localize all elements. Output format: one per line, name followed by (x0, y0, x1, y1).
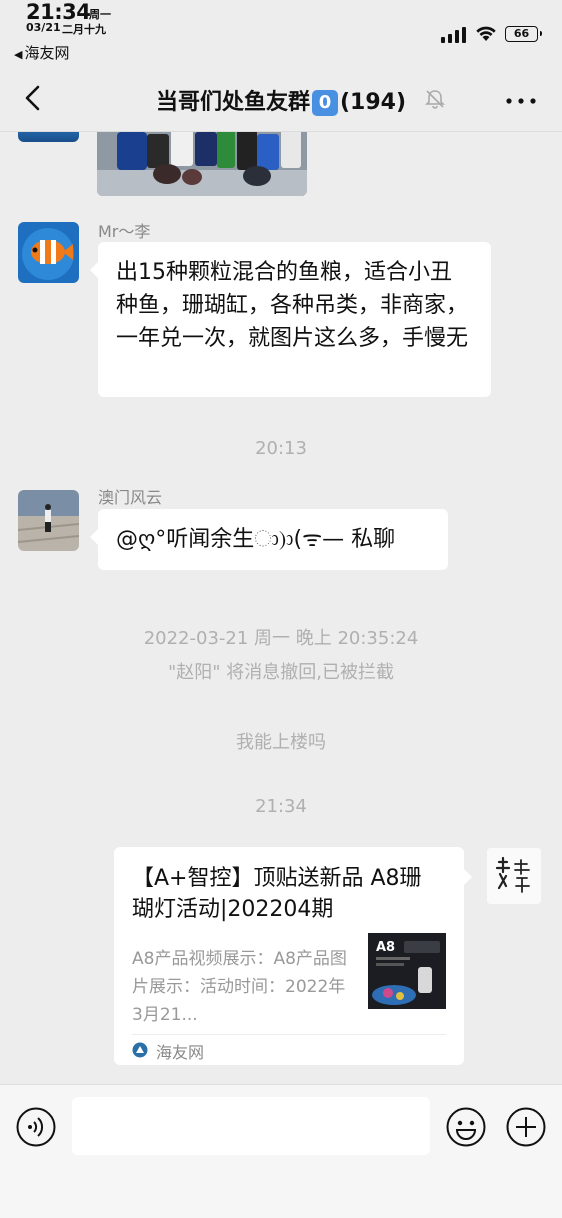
message-bubble[interactable]: 出15种颗粒混合的鱼粮，适合小丑种鱼，珊瑚缸，各种吊类，非商家，一年兑一次，就图… (90, 242, 491, 397)
message-list[interactable]: Mr～李 出15种颗粒混合的鱼粮，适合小丑种鱼，珊瑚缸，各种吊类，非商家，一年兑… (0, 132, 562, 1084)
card-description: A8产品视频展示：A8产品图片展示：活动时间：2022年3月21... (132, 949, 347, 1025)
emoji-icon[interactable] (446, 1107, 486, 1147)
fish-food-jars-image (97, 132, 307, 196)
voice-input-icon[interactable] (16, 1107, 56, 1147)
timestamp: 20:13 (255, 438, 307, 459)
back-app-label: 海友网 (24, 44, 70, 62)
member-count: (194) (339, 90, 407, 115)
plus-icon[interactable] (506, 1107, 546, 1147)
more-options-icon[interactable] (506, 98, 536, 104)
my-avatar[interactable] (487, 848, 541, 904)
source-logo-icon (132, 1042, 148, 1058)
avatar[interactable] (18, 132, 79, 142)
fish-food-photo[interactable] (97, 132, 307, 196)
group-name: 当哥们处鱼友群 (155, 90, 310, 115)
sender-name: 澳门风云 (98, 488, 163, 507)
cellular-signal-icon (441, 27, 466, 43)
timestamp: 21:34 (255, 796, 307, 817)
status-date: 03/21 (26, 21, 61, 34)
link-card[interactable]: 【A+智控】顶贴送新品 A8珊 瑚灯活动|202204期 A8产品视频展示：A8… (114, 847, 472, 1065)
mute-bell-icon (425, 90, 445, 109)
avatar-clownfish[interactable] (18, 222, 79, 283)
recall-timestamp: 2022-03-21 周一 晚上 20:35:24 (143, 628, 419, 649)
status-weekday: 周一 (89, 8, 111, 21)
input-bar (0, 1084, 562, 1218)
clownfish-avatar-image (18, 222, 79, 283)
chat-title: 当哥们处鱼友群 0 (194) (0, 84, 562, 116)
card-source-name: 海友网 (156, 1043, 205, 1062)
sender-name: Mr～李 (98, 222, 151, 241)
battery-indicator: 66 (505, 26, 542, 42)
message-bubble[interactable]: @ღ°听闻余生ා)ා(ᯤ— 私聊 (90, 509, 448, 570)
wifi-icon (476, 26, 496, 41)
back-triangle-icon: ◀ (14, 48, 23, 61)
group-badge: 0 (311, 90, 338, 116)
card-title: 【A+智控】顶贴送新品 A8珊 瑚灯活动|202204期 (132, 866, 422, 922)
calligraphy-avatar-image (487, 848, 541, 904)
status-lunar-date: 二月十九 (62, 23, 106, 36)
card-thumbnail: A8 (368, 933, 446, 1009)
card-divider (132, 1034, 446, 1035)
recall-notice: "赵阳" 将消息撤回,已被拦截 (167, 662, 394, 683)
status-bar: 21:34 周一 03/21 二月十九 66 ◀ 海友网 (0, 0, 562, 62)
a8-product-image: A8 (368, 933, 446, 1009)
system-note: 我能上楼吗 (236, 732, 326, 753)
person-avatar-image (18, 490, 79, 551)
thumb-label: A8 (376, 940, 395, 955)
back-to-app-link[interactable]: ◀ 海友网 (14, 42, 69, 63)
avatar-person[interactable] (18, 490, 79, 551)
chat-header: 当哥们处鱼友群 0 (194) (0, 64, 562, 132)
message-input[interactable] (72, 1097, 430, 1155)
